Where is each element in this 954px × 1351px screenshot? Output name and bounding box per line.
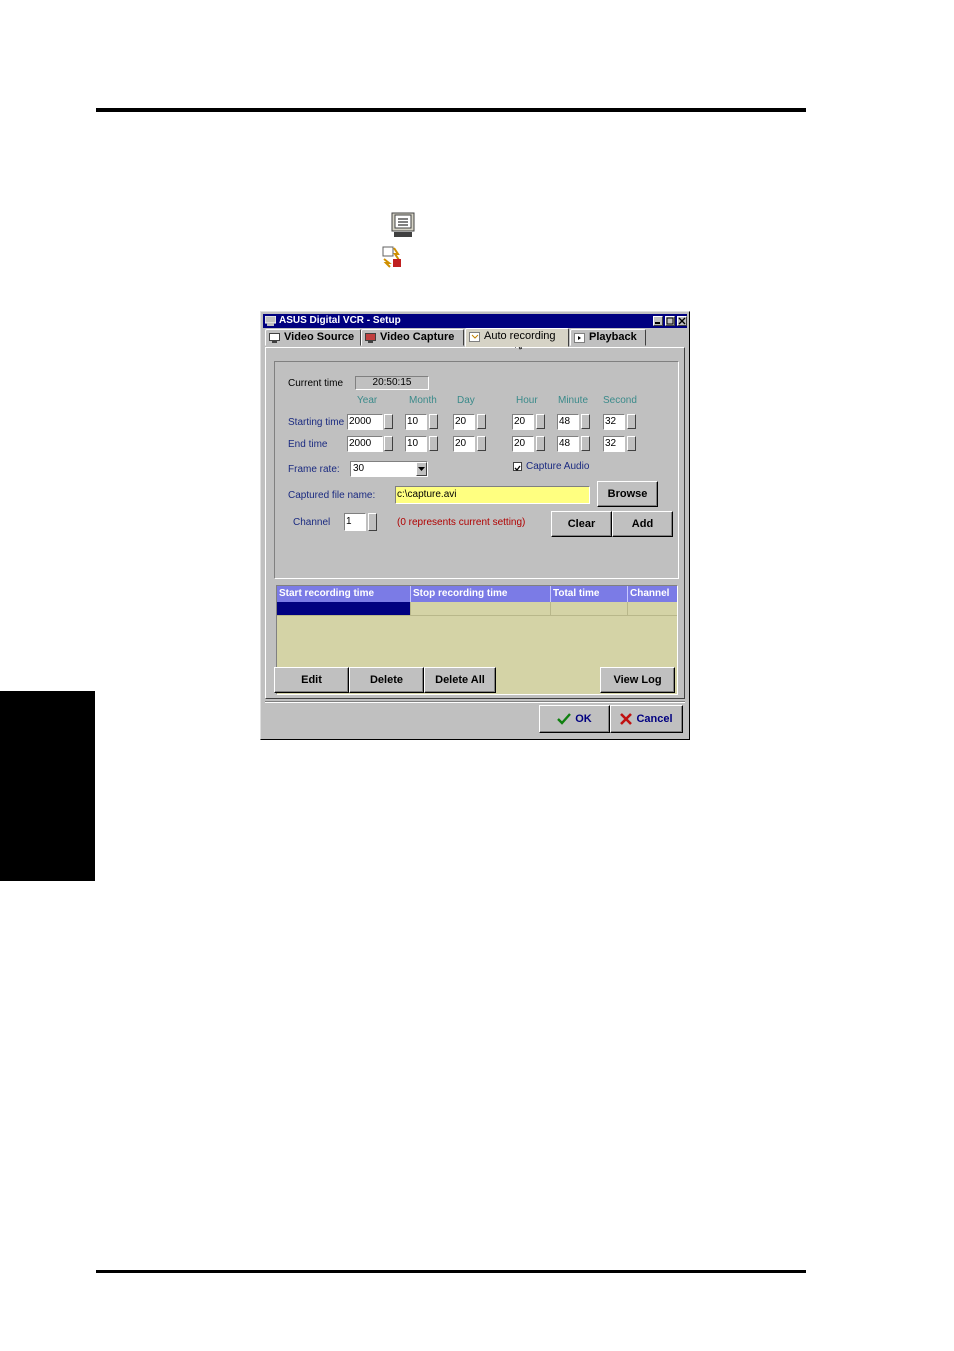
chapter-side-tab — [0, 691, 95, 881]
maximize-icon — [666, 317, 674, 325]
minimize-icon — [655, 322, 660, 324]
end-month-field[interactable]: 10 — [405, 436, 427, 452]
start-minute-field[interactable]: 48 — [557, 414, 579, 430]
minute-header: Minute — [558, 395, 589, 406]
auto-recording-page: Current time 20:50:15 Year Month Day Hou… — [265, 347, 685, 699]
captured-file-label: Captured file name: — [288, 490, 376, 501]
table-row-cell[interactable] — [628, 602, 677, 616]
channel-spinner[interactable] — [368, 513, 377, 531]
close-button[interactable] — [677, 316, 687, 326]
delete-all-button[interactable]: Delete All — [424, 667, 496, 693]
end-year-field[interactable]: 2000 — [347, 436, 383, 452]
current-time-label: Current time — [288, 378, 344, 389]
column-header-stop[interactable]: Stop recording time — [411, 586, 551, 602]
capture-audio-label: Capture Audio — [526, 461, 590, 472]
start-second-spinner[interactable] — [627, 414, 636, 429]
end-second-field[interactable]: 32 — [603, 436, 625, 452]
column-header-total[interactable]: Total time — [551, 586, 628, 602]
ok-button[interactable]: OK — [539, 705, 610, 733]
frame-rate-label: Frame rate: — [288, 464, 340, 475]
end-minute-field[interactable]: 48 — [557, 436, 579, 452]
column-header-channel[interactable]: Channel — [628, 586, 677, 602]
clear-button[interactable]: Clear — [551, 511, 612, 537]
setup-window: ASUS Digital VCR - Setup Video Source Vi… — [260, 311, 690, 740]
schedule-settings-group: Current time 20:50:15 Year Month Day Hou… — [274, 361, 679, 579]
edit-button[interactable]: Edit — [274, 667, 349, 693]
delete-button[interactable]: Delete — [349, 667, 424, 693]
start-hour-field[interactable]: 20 — [512, 414, 534, 430]
setup-icon — [391, 212, 415, 237]
start-month-field[interactable]: 10 — [405, 414, 427, 430]
minimize-button[interactable] — [653, 316, 663, 326]
footer-separator — [265, 701, 685, 703]
channel-note: (0 represents current setting) — [397, 517, 526, 528]
end-hour-field[interactable]: 20 — [512, 436, 534, 452]
capture-audio-checkbox[interactable] — [513, 462, 522, 471]
add-button[interactable]: Add — [612, 511, 673, 537]
end-minute-spinner[interactable] — [581, 436, 590, 451]
start-day-spinner[interactable] — [477, 414, 486, 429]
frame-rate-select[interactable]: 30 — [350, 461, 428, 477]
checkmark-icon — [514, 465, 521, 471]
end-hour-spinner[interactable] — [536, 436, 545, 451]
end-day-spinner[interactable] — [477, 436, 486, 451]
column-header-start[interactable]: Start recording time — [277, 586, 411, 602]
start-year-spinner[interactable] — [384, 414, 393, 429]
table-row-cell[interactable] — [411, 602, 551, 616]
end-second-spinner[interactable] — [627, 436, 636, 451]
browse-button[interactable]: Browse — [597, 481, 658, 507]
app-icon — [265, 316, 276, 326]
starting-time-label: Starting time — [288, 417, 345, 428]
table-row-selected-cell[interactable] — [277, 602, 411, 616]
channel-field[interactable]: 1 — [344, 513, 366, 531]
title-bar: ASUS Digital VCR - Setup — [263, 314, 687, 328]
cancel-button[interactable]: Cancel — [610, 705, 683, 733]
auto-recording-icon — [382, 246, 401, 268]
start-minute-spinner[interactable] — [581, 414, 590, 429]
end-time-label: End time — [288, 439, 328, 450]
second-header: Second — [603, 395, 637, 406]
year-header: Year — [357, 395, 378, 406]
hour-header: Hour — [516, 395, 538, 406]
dropdown-arrow-icon[interactable] — [416, 462, 427, 476]
tab-video-source[interactable]: Video Source — [265, 329, 361, 346]
month-header: Month — [409, 395, 437, 406]
view-log-button[interactable]: View Log — [600, 667, 675, 693]
captured-file-input[interactable]: c:\capture.avi — [395, 486, 590, 504]
start-day-field[interactable]: 20 — [453, 414, 475, 430]
start-month-spinner[interactable] — [429, 414, 438, 429]
end-month-spinner[interactable] — [429, 436, 438, 451]
checkmark-icon — [557, 713, 572, 725]
capture-icon — [365, 333, 376, 343]
monitor-icon — [269, 333, 280, 343]
clock-icon — [469, 332, 480, 342]
x-mark-icon — [620, 713, 633, 725]
current-time-value: 20:50:15 — [355, 376, 429, 390]
start-hour-spinner[interactable] — [536, 414, 545, 429]
channel-label: Channel — [293, 517, 331, 528]
day-header: Day — [457, 395, 475, 406]
start-year-field[interactable]: 2000 — [347, 414, 383, 430]
footer-rule — [96, 1270, 806, 1273]
start-second-field[interactable]: 32 — [603, 414, 625, 430]
window-title: ASUS Digital VCR - Setup — [279, 315, 401, 326]
tab-video-capture[interactable]: Video Capture — [361, 329, 464, 346]
end-day-field[interactable]: 20 — [453, 436, 475, 452]
table-row-cell[interactable] — [551, 602, 628, 616]
tab-playback[interactable]: Playback — [570, 329, 646, 346]
tab-auto-recording[interactable]: Auto recording — [465, 328, 569, 347]
end-year-spinner[interactable] — [384, 436, 393, 451]
maximize-button[interactable] — [665, 316, 675, 326]
play-icon — [574, 333, 585, 343]
close-icon — [678, 317, 686, 325]
header-rule — [96, 108, 806, 112]
